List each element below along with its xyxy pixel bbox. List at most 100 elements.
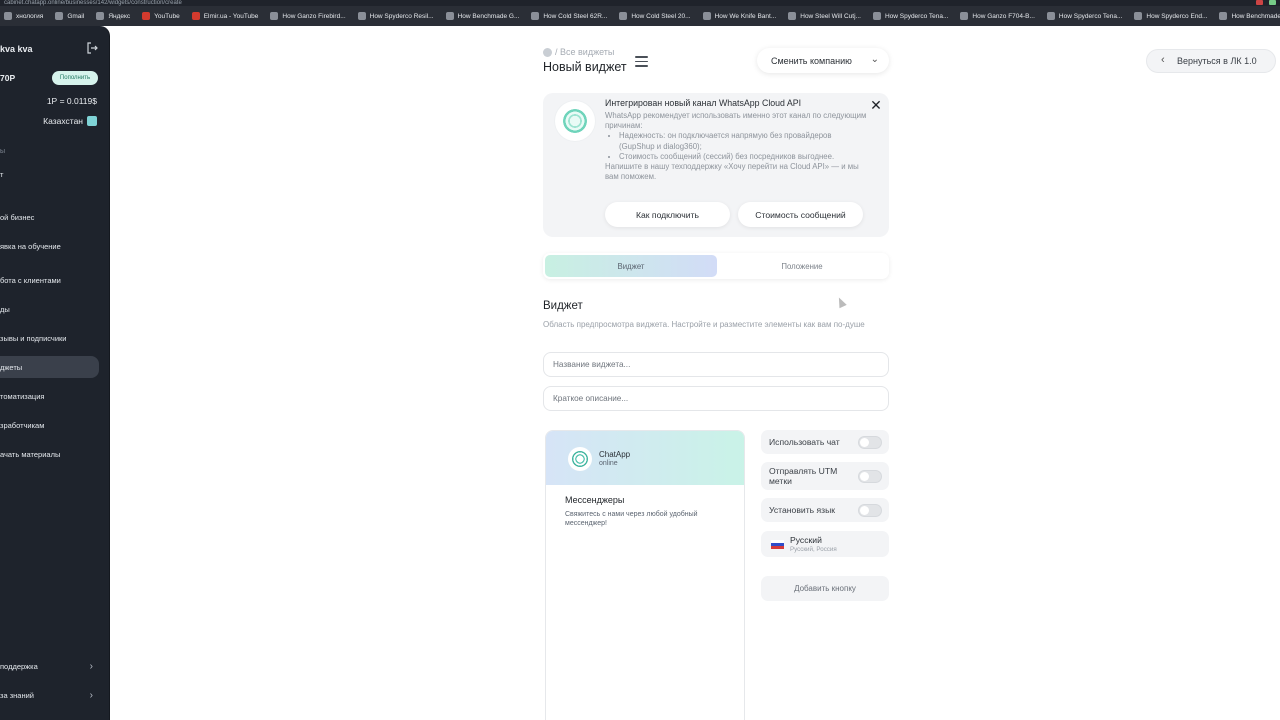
sidebar-item-label: зывы и подписчики <box>0 333 67 343</box>
sidebar-section-label: ы <box>0 148 6 155</box>
bookmark-item[interactable]: How Steel Will Cutj... <box>784 12 869 20</box>
bookmark-favicon-icon <box>531 12 540 20</box>
company-select[interactable]: Сменить компанию ⌄ <box>757 48 889 73</box>
bookmark-label: How Spyderco End... <box>1146 12 1208 20</box>
sidebar-item-knowledge-base[interactable]: за знаний › <box>0 684 99 706</box>
bookmark-item[interactable]: How Benchmade G... <box>1215 12 1280 20</box>
bookmark-label: How Cold Steel 62R... <box>543 12 608 20</box>
sidebar-item-training[interactable]: явка на обучение <box>0 235 99 257</box>
preview-heading: Мессенджеры <box>565 495 625 505</box>
page-title: Новый виджет <box>543 60 627 74</box>
bookmark-item[interactable]: Elmir.ua - YouTube <box>188 12 267 20</box>
exchange-rate: 1Р = 0.0119$ <box>46 96 97 106</box>
country-selector[interactable]: Казахстан <box>43 116 97 126</box>
widget-description-input[interactable]: Краткое описание... <box>543 386 889 411</box>
bookmark-item[interactable]: YouTube <box>138 12 188 20</box>
bookmark-item[interactable]: How Cold Steel 20... <box>615 12 698 20</box>
notice-intro: WhatsApp рекомендует использовать именно… <box>605 111 867 131</box>
add-button[interactable]: Добавить кнопку <box>761 576 889 601</box>
notice-body: WhatsApp рекомендует использовать именно… <box>605 111 867 182</box>
sidebar-item-label: томатизация <box>0 391 45 401</box>
section-description: Область предпросмотра виджета. Настройте… <box>543 320 865 329</box>
sidebar-item-label: ачать материалы <box>0 449 61 459</box>
bookmark-item[interactable]: хнология <box>0 12 51 20</box>
logout-icon[interactable] <box>86 42 98 54</box>
use-chat-toggle[interactable] <box>858 435 882 449</box>
sidebar-item-clients[interactable]: бота с клиентами <box>0 269 99 291</box>
menu-icon[interactable] <box>635 56 648 68</box>
how-to-connect-button[interactable]: Как подключить <box>605 202 730 227</box>
balance: 70Р <box>0 73 16 83</box>
sidebar-item-developers[interactable]: зработчикам <box>0 414 99 436</box>
bookmark-favicon-icon <box>619 12 628 20</box>
tab-position[interactable]: Положение <box>717 255 887 277</box>
bookmark-item[interactable]: How Ganzo F704-B... <box>956 12 1043 20</box>
send-utm-toggle[interactable] <box>858 469 882 483</box>
sidebar-item-label: т <box>0 169 4 179</box>
bookmark-label: Elmir.ua - YouTube <box>203 12 259 20</box>
sidebar-item-automation[interactable]: томатизация <box>0 385 99 407</box>
bookmark-item[interactable]: How Spyderco End... <box>1130 12 1215 20</box>
sidebar-item-widgets[interactable]: джеты <box>0 356 99 378</box>
breadcrumb[interactable]: / Все виджеты <box>543 47 614 57</box>
tabs: Виджет Положение <box>543 253 889 279</box>
sidebar-item-main[interactable]: т <box>0 163 99 185</box>
sidebar-item-label: поддержка <box>0 661 38 671</box>
chatapp-logo-icon <box>568 447 592 471</box>
language-select[interactable]: Русский Русский, Россия <box>761 531 889 557</box>
back-button-label: Вернуться в ЛК 1.0 <box>1177 56 1257 66</box>
bookmark-favicon-icon <box>788 12 797 20</box>
sidebar-item-my-business[interactable]: ой бизнес <box>0 206 99 228</box>
bookmark-item[interactable]: How Spyderco Tena... <box>1043 12 1130 20</box>
bookmark-favicon-icon <box>960 12 969 20</box>
sidebar-item-leads[interactable]: ды <box>0 298 99 320</box>
sidebar-item-downloads[interactable]: ачать материалы <box>0 443 99 465</box>
bookmark-label: YouTube <box>154 12 180 20</box>
bookmark-favicon-icon <box>96 12 105 20</box>
notice-bullet: Надежность: он подключается напрямую без… <box>619 131 867 151</box>
bookmark-label: Яндекс <box>108 12 131 20</box>
extension-icon[interactable] <box>1256 0 1263 5</box>
bookmark-item[interactable]: How Cold Steel 62R... <box>527 12 615 20</box>
bookmarks-bar: хнология Gmail Яндекс YouTube Elmir.ua - You… <box>0 6 1280 26</box>
notice-title: Интегрирован новый канал WhatsApp Cloud … <box>605 98 802 108</box>
bookmark-item[interactable]: How Benchmade G... <box>442 12 528 20</box>
sidebar-item-support[interactable]: поддержка › <box>0 655 99 677</box>
section-title: Виджет <box>543 300 583 312</box>
bookmark-item[interactable]: Яндекс <box>92 12 138 20</box>
home-icon <box>543 47 552 57</box>
chevron-right-icon: › <box>89 689 93 701</box>
preview-text: Свяжитесь с нами через любой удобный мес… <box>565 511 698 527</box>
language-locale: Русский, Россия <box>790 546 837 553</box>
message-price-button[interactable]: Стоимость сообщений <box>738 202 863 227</box>
bookmark-item[interactable]: How Spyderco Tena... <box>869 12 956 20</box>
sidebar-item-label: ды <box>0 304 10 314</box>
set-language-toggle[interactable] <box>858 503 882 517</box>
extension-icon[interactable] <box>1269 0 1276 5</box>
bookmark-label: How Ganzo F704-B... <box>972 12 1035 20</box>
bookmark-favicon-icon <box>445 12 454 20</box>
bookmark-favicon-icon <box>1134 12 1143 20</box>
bookmark-item[interactable]: How Spyderco Resil... <box>354 12 442 20</box>
bookmark-label: How Benchmade G... <box>457 12 520 20</box>
widget-name-input[interactable]: Название виджета... <box>543 352 889 377</box>
tab-widget[interactable]: Виджет <box>545 255 717 277</box>
breadcrumb-link[interactable]: / Все виджеты <box>555 47 614 57</box>
bookmark-label: How Spyderco Tena... <box>884 12 949 20</box>
user-name: kva kva <box>0 44 33 54</box>
close-icon[interactable]: ✕ <box>869 98 883 112</box>
sidebar-item-label: за знаний <box>0 690 34 700</box>
whatsapp-cloud-notice: Интегрирован новый канал WhatsApp Cloud … <box>543 93 889 237</box>
bookmark-item[interactable]: How Ganzo Firebird... <box>266 12 353 20</box>
sidebar-item-label: зработчикам <box>0 420 45 430</box>
back-to-lk-button[interactable]: ‹ Вернуться в ЛК 1.0 <box>1146 49 1276 73</box>
chevron-right-icon: › <box>89 660 93 672</box>
use-chat-option: Использовать чат <box>761 430 889 454</box>
set-language-label: Установить язык <box>769 505 836 515</box>
sidebar-item-reviews[interactable]: зывы и подписчики <box>0 327 99 349</box>
topup-button[interactable]: Пополнить <box>52 71 98 85</box>
bookmark-favicon-icon <box>55 12 64 20</box>
bookmark-item[interactable]: Gmail <box>51 12 92 20</box>
bookmark-favicon-icon <box>142 12 151 20</box>
bookmark-item[interactable]: How We Knife Bant... <box>699 12 785 20</box>
